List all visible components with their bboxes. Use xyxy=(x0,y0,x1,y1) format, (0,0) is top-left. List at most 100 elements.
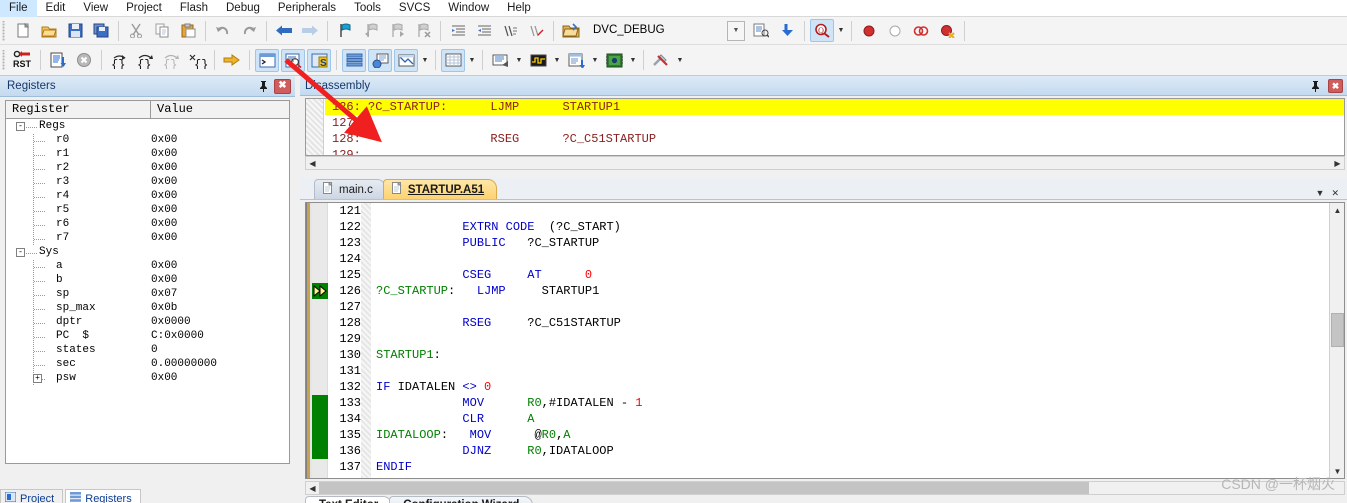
editor-line[interactable]: 129 xyxy=(306,331,1344,347)
editor-line[interactable]: 130 STARTUP1: xyxy=(306,347,1344,363)
disassembly-line[interactable]: 128: RSEG ?C_C51STARTUP xyxy=(325,131,1344,147)
menu-item-window[interactable]: Window xyxy=(439,0,498,17)
register-row[interactable]: r7 0x00 xyxy=(6,231,289,246)
code-editor[interactable]: 121 122 EXTRN CODE (?C_START) 123 PUBLIC ?… xyxy=(305,202,1345,479)
editor-line[interactable]: 121 xyxy=(306,203,1344,219)
file-extensions-icon[interactable] xyxy=(749,19,773,42)
register-row[interactable]: - Regs xyxy=(6,119,289,133)
reset-cpu-icon[interactable]: RST xyxy=(11,49,35,72)
target-selector[interactable]: DVC_DEBUG ▼ xyxy=(587,20,745,41)
menu-item-debug[interactable]: Debug xyxy=(217,0,269,17)
cut-icon[interactable] xyxy=(124,19,148,42)
comment-icon[interactable] xyxy=(498,19,522,42)
indent-icon[interactable] xyxy=(446,19,470,42)
editor-line[interactable]: 134 CLR A xyxy=(306,411,1344,427)
menu-item-file[interactable]: File xyxy=(0,0,37,17)
register-row[interactable]: states 0 xyxy=(6,343,289,358)
register-row[interactable]: r4 0x00 xyxy=(6,189,289,204)
editor-vscrollbar[interactable]: ▲ ▼ xyxy=(1329,203,1344,478)
insert-breakpoint-icon[interactable] xyxy=(857,19,881,42)
step-over-icon[interactable]: {} xyxy=(133,49,157,72)
register-row[interactable]: sp_max 0x0b xyxy=(6,301,289,316)
menu-item-edit[interactable]: Edit xyxy=(37,0,75,17)
command-window-icon[interactable] xyxy=(255,48,279,72)
save-icon[interactable] xyxy=(63,19,87,42)
bookmark-next-icon[interactable] xyxy=(385,19,409,42)
disassembly-line[interactable]: 127: xyxy=(325,115,1344,131)
chevron-down-icon[interactable]: ▼ xyxy=(727,20,745,41)
run-icon[interactable] xyxy=(46,49,70,72)
trace-window-icon[interactable] xyxy=(564,49,588,72)
copy-icon[interactable] xyxy=(150,19,174,42)
disassembly-hscrollbar[interactable]: ◀ ▶ xyxy=(305,156,1345,170)
toolbar-grip[interactable] xyxy=(1,20,8,41)
registers-window-icon[interactable] xyxy=(342,48,366,72)
register-row[interactable]: sec 0.00000000 xyxy=(6,357,289,372)
find-options-chevron-down-icon[interactable]: ▼ xyxy=(835,19,847,42)
new-file-icon[interactable] xyxy=(11,19,35,42)
call-stack-window-icon[interactable] xyxy=(368,48,392,72)
find-in-files-icon[interactable]: Q xyxy=(810,19,834,42)
memory-chevron-down-icon[interactable]: ▼ xyxy=(466,49,478,72)
outdent-icon[interactable] xyxy=(472,19,496,42)
register-row[interactable]: dptr 0x0000 xyxy=(6,315,289,330)
debug-toolbar-grip[interactable] xyxy=(1,50,8,70)
editor-line[interactable]: 137 ENDIF xyxy=(306,459,1344,475)
tab-text-editor[interactable]: Text Editor xyxy=(305,496,393,503)
bookmark-clear-icon[interactable] xyxy=(411,19,435,42)
analysis-chevron-down-icon[interactable]: ▼ xyxy=(551,49,563,72)
editor-line[interactable]: 133 MOV R0,#IDATALEN - 1 xyxy=(306,395,1344,411)
serial-window-icon[interactable] xyxy=(488,49,512,72)
register-row[interactable]: + psw 0x00 xyxy=(6,371,289,386)
toolbox-chevron-down-icon[interactable]: ▼ xyxy=(674,49,686,72)
paste-icon[interactable] xyxy=(176,19,200,42)
redo-icon[interactable] xyxy=(237,19,261,42)
scroll-up-icon[interactable]: ▲ xyxy=(1330,203,1344,217)
editor-line[interactable]: 131 xyxy=(306,363,1344,379)
editor-line[interactable]: 136 DJNZ R0,IDATALOOP xyxy=(306,443,1344,459)
scroll-left-icon[interactable]: ◀ xyxy=(306,482,319,494)
tab-configuration-wizard[interactable]: Configuration Wizard xyxy=(389,496,534,503)
editor-line[interactable]: 127 xyxy=(306,299,1344,315)
step-out-icon[interactable]: {} xyxy=(159,49,183,72)
bookmark-toggle-icon[interactable] xyxy=(333,19,357,42)
scroll-left-icon[interactable]: ◀ xyxy=(306,157,319,169)
menu-item-project[interactable]: Project xyxy=(117,0,171,17)
menu-item-help[interactable]: Help xyxy=(498,0,540,17)
hscroll-thumb[interactable] xyxy=(319,482,1089,494)
watch-chevron-down-icon[interactable]: ▼ xyxy=(419,49,431,72)
tab-close-icon[interactable]: ✕ xyxy=(1331,189,1339,198)
system-viewer-chevron-down-icon[interactable]: ▼ xyxy=(627,49,639,72)
register-row[interactable]: r5 0x00 xyxy=(6,203,289,218)
editor-line[interactable]: 132 IF IDATALEN <> 0 xyxy=(306,379,1344,395)
disassembly-pin-icon[interactable] xyxy=(1307,78,1323,94)
register-row[interactable]: r3 0x00 xyxy=(6,175,289,190)
disassembly-line[interactable]: 129: xyxy=(325,147,1344,155)
register-row[interactable]: a 0x00 xyxy=(6,259,289,274)
menu-item-peripherals[interactable]: Peripherals xyxy=(269,0,345,17)
editor-tab-main-c[interactable]: main.c xyxy=(314,179,386,199)
toolbox-icon[interactable] xyxy=(649,49,673,72)
navigate-forward-icon[interactable] xyxy=(298,19,322,42)
navigate-back-icon[interactable] xyxy=(272,19,296,42)
analysis-window-icon[interactable] xyxy=(526,49,550,72)
expand-toggle-icon[interactable]: + xyxy=(33,374,42,383)
bookmark-prev-icon[interactable] xyxy=(359,19,383,42)
trace-chevron-down-icon[interactable]: ▼ xyxy=(589,49,601,72)
registers-tree[interactable]: Register Value - Regs r0 0x00 r1 0x00 r2 0x00 r3… xyxy=(5,100,290,464)
disassembly-window-icon[interactable] xyxy=(281,48,305,72)
editor-line[interactable]: 126 ?C_STARTUP: LJMP STARTUP1 xyxy=(306,283,1344,299)
menu-item-tools[interactable]: Tools xyxy=(345,0,390,17)
target-options-icon[interactable] xyxy=(559,19,583,42)
watch-window-icon[interactable] xyxy=(394,48,418,72)
register-row[interactable]: b 0x00 xyxy=(6,273,289,288)
manage-project-icon[interactable] xyxy=(775,19,799,42)
editor-line[interactable]: 135 IDATALOOP: MOV @R0,A xyxy=(306,427,1344,443)
editor-tab-startup-a51[interactable]: STARTUP.A51 xyxy=(382,179,498,199)
register-row[interactable]: - Sys xyxy=(6,245,289,259)
register-row[interactable]: r1 0x00 xyxy=(6,147,289,162)
editor-line[interactable]: 123 PUBLIC ?C_STARTUP xyxy=(306,235,1344,251)
vscroll-thumb[interactable] xyxy=(1331,313,1344,347)
register-row[interactable]: sp 0x07 xyxy=(6,287,289,302)
menu-item-view[interactable]: View xyxy=(74,0,117,17)
